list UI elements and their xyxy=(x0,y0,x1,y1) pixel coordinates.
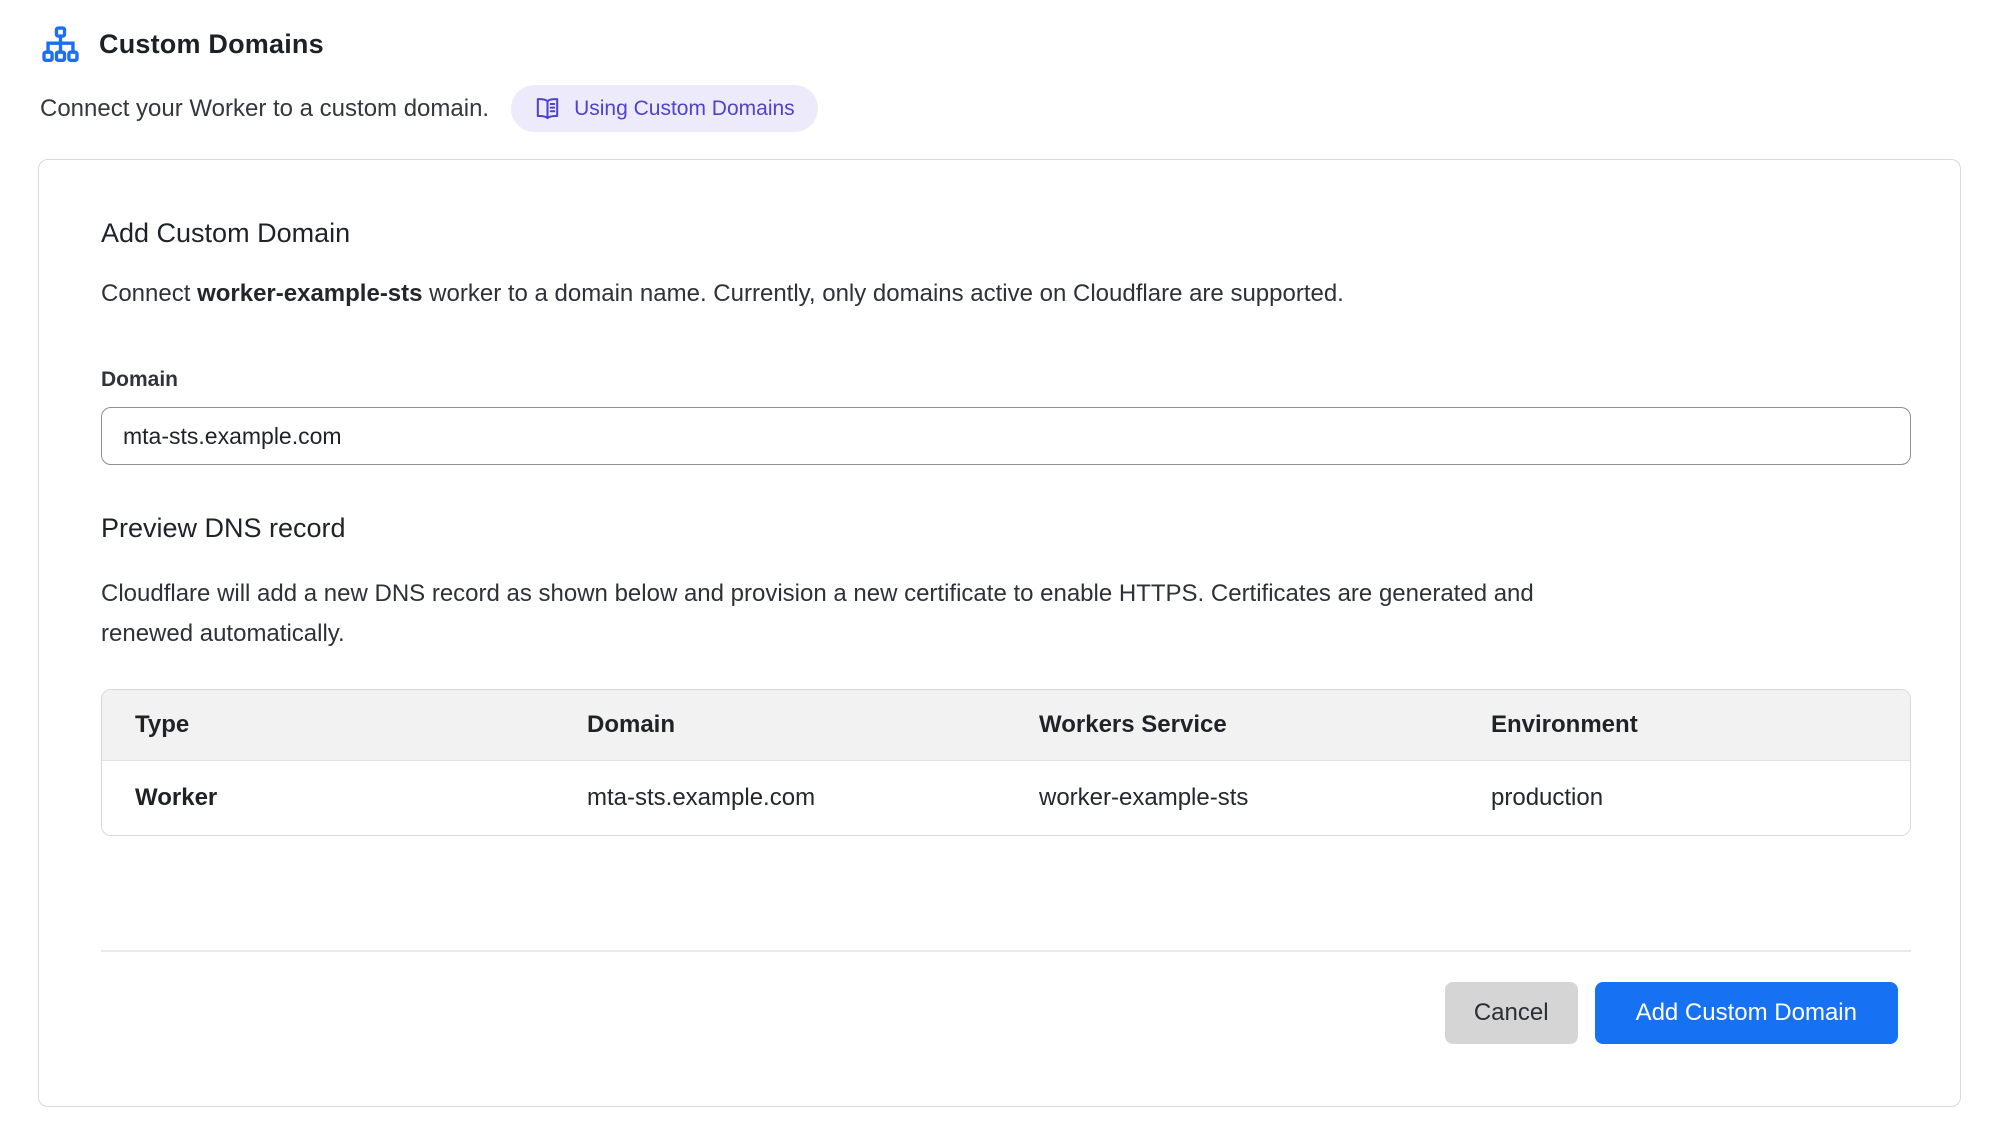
dns-record-table: Type Domain Workers Service Environment … xyxy=(101,689,1911,836)
docs-badge-label: Using Custom Domains xyxy=(574,97,795,121)
column-header-domain: Domain xyxy=(554,690,1006,761)
worker-name: worker-example-sts xyxy=(197,280,422,307)
cell-type: Worker xyxy=(102,761,554,836)
cell-domain: mta-sts.example.com xyxy=(554,761,1006,836)
intro-suffix: worker to a domain name. Currently, only… xyxy=(423,280,1344,307)
table-header-row: Type Domain Workers Service Environment xyxy=(102,690,1910,761)
sitemap-icon xyxy=(40,26,81,63)
intro-prefix: Connect xyxy=(101,280,197,307)
page-subtitle: Connect your Worker to a custom domain. xyxy=(40,95,489,123)
preview-dns-heading: Preview DNS record xyxy=(101,513,1898,544)
domain-label: Domain xyxy=(101,368,1898,392)
add-custom-domain-card: Add Custom Domain Connect worker-example… xyxy=(38,159,1961,1107)
open-book-icon xyxy=(534,95,561,122)
preview-dns-description: Cloudflare will add a new DNS record as … xyxy=(101,574,1571,654)
footer-divider xyxy=(101,950,1911,952)
docs-link-badge[interactable]: Using Custom Domains xyxy=(511,85,818,132)
add-custom-domain-button[interactable]: Add Custom Domain xyxy=(1595,982,1898,1044)
page-header: Custom Domains Connect your Worker to a … xyxy=(40,26,1961,132)
cell-workers-service: worker-example-sts xyxy=(1006,761,1458,836)
card-heading: Add Custom Domain xyxy=(101,218,1898,249)
page-title: Custom Domains xyxy=(99,29,324,60)
domain-field-group: Domain xyxy=(101,368,1898,465)
column-header-environment: Environment xyxy=(1458,690,1910,761)
column-header-type: Type xyxy=(102,690,554,761)
cell-environment: production xyxy=(1458,761,1910,836)
card-intro-text: Connect worker-example-sts worker to a d… xyxy=(101,277,1898,311)
footer-actions: Cancel Add Custom Domain xyxy=(101,982,1898,1044)
cancel-button[interactable]: Cancel xyxy=(1445,982,1578,1044)
domain-input[interactable] xyxy=(101,407,1911,465)
column-header-workers-service: Workers Service xyxy=(1006,690,1458,761)
table-row: Worker mta-sts.example.com worker-exampl… xyxy=(102,761,1910,836)
